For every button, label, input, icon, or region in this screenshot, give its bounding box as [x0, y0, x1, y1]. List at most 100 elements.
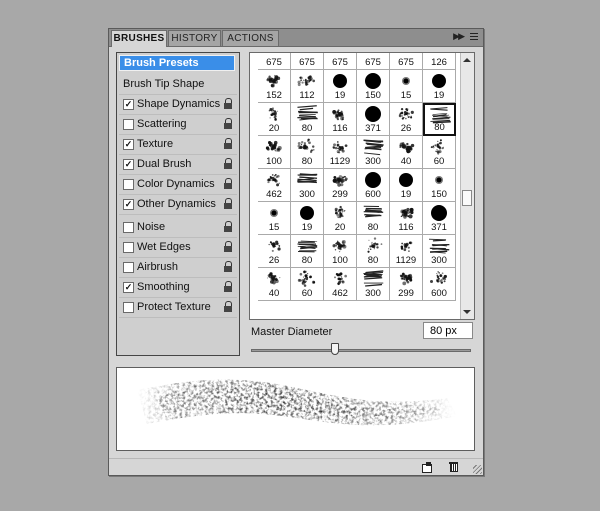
option-protect-texture[interactable]: Protect Texture	[119, 298, 237, 318]
brush-preset-cell[interactable]: 15	[390, 70, 423, 103]
lock-icon[interactable]	[223, 98, 234, 110]
option-noise[interactable]: Noise	[119, 218, 237, 238]
trash-icon[interactable]	[448, 461, 459, 472]
tab-history[interactable]: HISTORY	[168, 30, 221, 46]
brush-preset-cell[interactable]: 80	[357, 235, 390, 268]
brush-preset-cell[interactable]: 80	[291, 103, 324, 136]
option-shape-dynamics[interactable]: ✓ Shape Dynamics	[119, 95, 237, 115]
brush-preset-cell[interactable]: 150	[423, 169, 456, 202]
brush-preset-cell[interactable]: 80	[291, 136, 324, 169]
new-preset-icon[interactable]	[421, 461, 432, 473]
option-scattering[interactable]: Scattering	[119, 115, 237, 135]
brush-preset-cell[interactable]: 299	[324, 169, 357, 202]
option-wet-edges[interactable]: Wet Edges	[119, 238, 237, 258]
tab-brushes[interactable]: BRUSHES	[111, 30, 167, 47]
wet-edges-checkbox[interactable]	[123, 242, 134, 253]
brush-preset-cell[interactable]: 675	[291, 53, 324, 70]
option-texture[interactable]: ✓ Texture	[119, 135, 237, 155]
brush-preset-cell[interactable]: 1129	[324, 136, 357, 169]
brush-preset-cell[interactable]: 26	[258, 235, 291, 268]
smoothing-checkbox[interactable]: ✓	[123, 282, 134, 293]
brush-preset-cell[interactable]: 116	[390, 202, 423, 235]
brush-preset-cell[interactable]: 300	[423, 235, 456, 268]
brush-preset-cell[interactable]: 150	[357, 70, 390, 103]
brush-preset-cell[interactable]: 299	[390, 268, 423, 301]
option-other-dynamics[interactable]: ✓ Other Dynamics	[119, 195, 237, 215]
master-diameter-input[interactable]	[423, 322, 473, 339]
brush-preset-cell[interactable]: 675	[390, 53, 423, 70]
lock-icon[interactable]	[223, 178, 234, 190]
brush-preset-cell[interactable]: 20	[324, 202, 357, 235]
lock-icon[interactable]	[223, 118, 234, 130]
slider-thumb[interactable]	[330, 343, 339, 355]
brush-preset-cell[interactable]: 116	[324, 103, 357, 136]
lock-icon[interactable]	[223, 281, 234, 293]
brush-preset-cell[interactable]: 40	[390, 136, 423, 169]
brush-preset-cell[interactable]: 600	[423, 268, 456, 301]
option-dual-brush[interactable]: ✓ Dual Brush	[119, 155, 237, 175]
noise-checkbox[interactable]	[123, 222, 134, 233]
option-color-dynamics[interactable]: Color Dynamics	[119, 175, 237, 195]
brush-preset-cell[interactable]: 152	[258, 70, 291, 103]
scattering-checkbox[interactable]	[123, 119, 134, 130]
lock-icon[interactable]	[223, 138, 234, 150]
brush-preset-cell[interactable]: 675	[258, 53, 291, 70]
double-arrow-icon[interactable]: ▶▶	[453, 31, 465, 42]
option-smoothing[interactable]: ✓ Smoothing	[119, 278, 237, 298]
brush-preset-grid[interactable]: 675 675 675 675 675 126 152 112 19 150 15 19 20 80 116…	[249, 52, 475, 320]
color-dynamics-checkbox[interactable]	[123, 179, 134, 190]
airbrush-checkbox[interactable]	[123, 262, 134, 273]
brush-preset-cell[interactable]: 112	[291, 70, 324, 103]
brush-size-label: 675	[299, 57, 315, 68]
scroll-thumb[interactable]	[462, 190, 472, 206]
tab-actions[interactable]: ACTIONS	[222, 30, 279, 46]
brush-preset-cell[interactable]: 60	[291, 268, 324, 301]
brush-preset-cell[interactable]: 26	[390, 103, 423, 136]
brush-tip-shape-item[interactable]: Brush Tip Shape	[119, 75, 237, 95]
other-dynamics-checkbox[interactable]: ✓	[123, 199, 134, 210]
brush-preset-cell[interactable]: 19	[390, 169, 423, 202]
brush-preset-cell[interactable]: 80	[357, 202, 390, 235]
brush-preset-cell[interactable]: 15	[258, 202, 291, 235]
scroll-down-icon[interactable]	[463, 310, 471, 314]
brush-preset-cell[interactable]: 19	[324, 70, 357, 103]
scroll-up-icon[interactable]	[463, 58, 471, 62]
brush-preset-cell[interactable]: 20	[258, 103, 291, 136]
brush-preset-cell[interactable]: 600	[357, 169, 390, 202]
brush-preset-cell[interactable]: 675	[357, 53, 390, 70]
brush-presets-button[interactable]: Brush Presets	[119, 55, 235, 71]
lock-icon[interactable]	[223, 241, 234, 253]
brush-preset-cell[interactable]: 80	[423, 103, 456, 136]
brush-preset-cell[interactable]: 300	[357, 268, 390, 301]
brush-preset-cell[interactable]: 60	[423, 136, 456, 169]
master-diameter-slider[interactable]	[251, 349, 471, 352]
lock-icon[interactable]	[223, 221, 234, 233]
lock-icon[interactable]	[223, 198, 234, 210]
brush-preset-cell[interactable]: 80	[291, 235, 324, 268]
brush-preset-cell[interactable]: 462	[258, 169, 291, 202]
dual-brush-checkbox[interactable]: ✓	[123, 159, 134, 170]
protect-texture-checkbox[interactable]	[123, 302, 134, 313]
lock-icon[interactable]	[223, 158, 234, 170]
lock-icon[interactable]	[223, 301, 234, 313]
shape-dynamics-checkbox[interactable]: ✓	[123, 99, 134, 110]
lock-icon[interactable]	[223, 261, 234, 273]
brush-preset-cell[interactable]: 462	[324, 268, 357, 301]
brush-preset-cell[interactable]: 675	[324, 53, 357, 70]
brush-preset-cell[interactable]: 40	[258, 268, 291, 301]
brush-preset-cell[interactable]: 300	[357, 136, 390, 169]
brush-preset-cell[interactable]: 371	[423, 202, 456, 235]
resize-grip-icon[interactable]	[473, 465, 482, 474]
brush-preset-cell[interactable]: 126	[423, 53, 456, 70]
texture-checkbox[interactable]: ✓	[123, 139, 134, 150]
grid-scrollbar[interactable]	[460, 53, 474, 319]
brush-preset-cell[interactable]: 371	[357, 103, 390, 136]
brush-preset-cell[interactable]: 100	[258, 136, 291, 169]
panel-menu-icon[interactable]	[470, 33, 478, 41]
brush-preset-cell[interactable]: 1129	[390, 235, 423, 268]
brush-preset-cell[interactable]: 19	[423, 70, 456, 103]
brush-preset-cell[interactable]: 19	[291, 202, 324, 235]
brush-preset-cell[interactable]: 100	[324, 235, 357, 268]
brush-preset-cell[interactable]: 300	[291, 169, 324, 202]
option-airbrush[interactable]: Airbrush	[119, 258, 237, 278]
